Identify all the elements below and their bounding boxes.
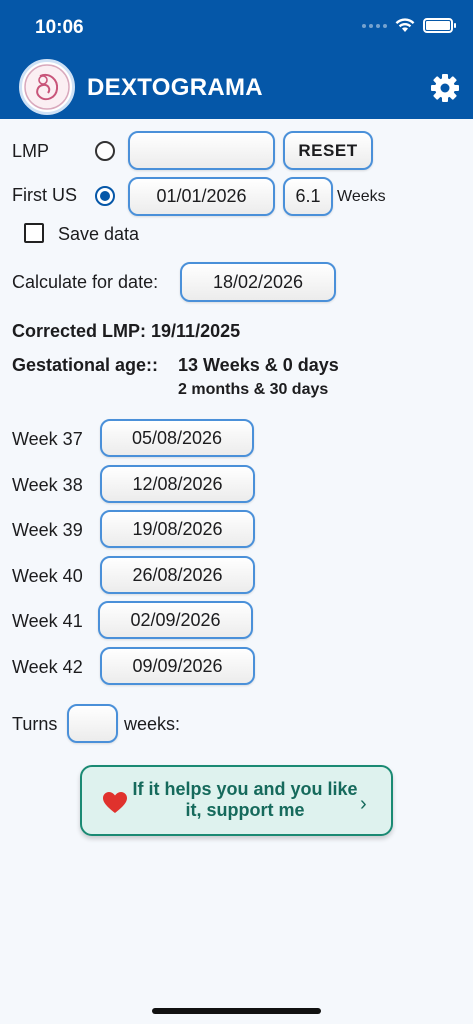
first-us-weeks-input[interactable]: 6.1 (283, 177, 333, 216)
wifi-icon (395, 18, 415, 32)
weeks-unit-label: Weeks (337, 188, 386, 205)
gear-icon[interactable] (429, 72, 461, 104)
first-us-label: First US (12, 185, 77, 205)
week-42-date[interactable]: 09/09/2026 (100, 647, 255, 685)
lmp-label: LMP (12, 141, 50, 161)
app-header: 10:06 DEXTOGRAMA (0, 0, 473, 119)
corrected-lmp-text: Corrected LMP: 19/11/2025 (12, 321, 241, 341)
status-time: 10:06 (35, 17, 84, 38)
lmp-radio[interactable] (95, 141, 115, 161)
turns-input[interactable] (67, 704, 118, 743)
calc-date-input[interactable]: 18/02/2026 (180, 262, 336, 302)
home-indicator (152, 1008, 321, 1014)
turns-label: Turns (12, 714, 58, 734)
week-41-label: Week 41 (12, 611, 83, 631)
week-37-date[interactable]: 05/08/2026 (100, 419, 254, 457)
week-39-label: Week 39 (12, 520, 83, 540)
reset-button[interactable]: RESET (283, 131, 373, 170)
week-39-date[interactable]: 19/08/2026 (100, 510, 255, 548)
chevron-right-icon: › (360, 793, 367, 815)
first-us-radio[interactable] (95, 186, 115, 206)
week-38-label: Week 38 (12, 475, 83, 495)
first-us-date-input[interactable]: 01/01/2026 (128, 177, 275, 216)
week-42-label: Week 42 (12, 657, 83, 677)
app-logo (19, 59, 75, 115)
save-data-checkbox[interactable] (24, 223, 44, 243)
week-40-date[interactable]: 26/08/2026 (100, 556, 255, 594)
heart-icon (103, 792, 127, 813)
calc-date-label: Calculate for date: (12, 272, 159, 292)
week-40-label: Week 40 (12, 566, 83, 586)
lmp-date-input[interactable] (128, 131, 275, 170)
week-41-date[interactable]: 02/09/2026 (98, 601, 253, 639)
support-button[interactable]: If it helps you and you like it, support… (80, 765, 393, 836)
week-37-label: Week 37 (12, 429, 83, 449)
app-title: DEXTOGRAMA (87, 74, 263, 101)
turns-suffix-label: weeks: (124, 714, 181, 734)
support-text: If it helps you and you like it, support… (132, 779, 358, 820)
gestational-age-months: 2 months & 30 days (178, 381, 329, 398)
week-38-date[interactable]: 12/08/2026 (100, 465, 255, 503)
gestational-age-weeks: 13 Weeks & 0 days (178, 355, 339, 375)
gestational-age-label: Gestational age:: (12, 355, 159, 375)
cellular-signal-icon (362, 23, 387, 28)
battery-icon (423, 18, 456, 33)
save-data-label: Save data (58, 224, 140, 244)
status-icons (362, 18, 456, 33)
